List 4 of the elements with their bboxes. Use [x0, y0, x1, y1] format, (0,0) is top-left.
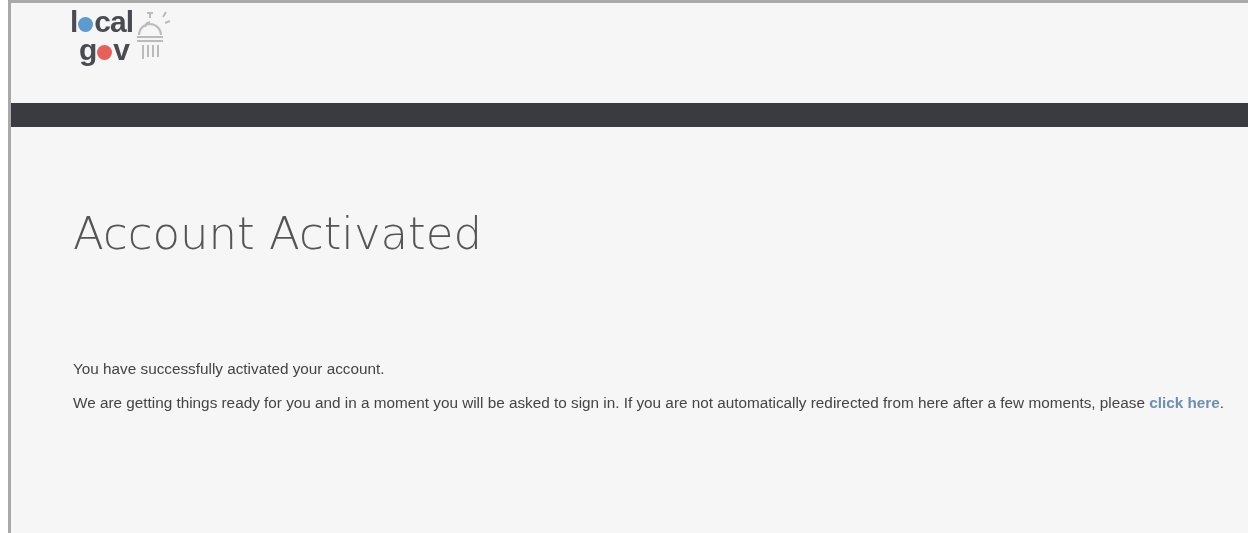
- click-here-link[interactable]: click here: [1149, 394, 1220, 411]
- redirect-message: We are getting things ready for you and in a moment you will be asked to sign in. If you are not automatically redirected from here after a few moments, please click here.: [73, 393, 1225, 413]
- success-message: You have successfully activated your account.: [73, 359, 386, 379]
- page-title: Account Activated: [73, 207, 483, 260]
